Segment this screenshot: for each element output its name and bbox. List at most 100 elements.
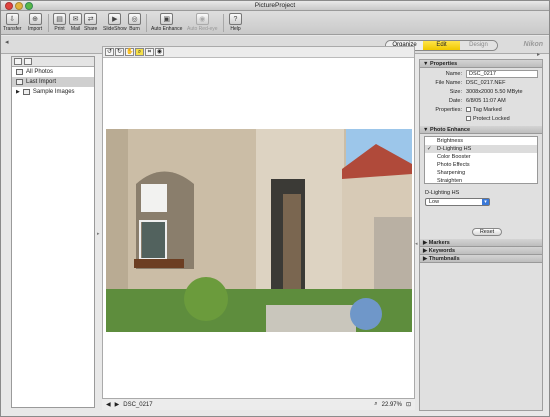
slideshow-button[interactable]: ▶ SlideShow — [103, 13, 127, 32]
zoom-icon[interactable]: ⌕ — [374, 401, 377, 408]
checkbox-icon — [466, 107, 471, 113]
enhance-list: Brightness ✓ D-Lighting HS Color Booster … — [424, 136, 538, 184]
window-title: PictureProject — [254, 2, 296, 9]
thumbnails-header[interactable]: ▶ Thumbnails — [420, 255, 542, 263]
list-item[interactable]: Straighten — [425, 177, 537, 185]
size-row: Size: 3008x2000 5.50 MByte — [420, 88, 542, 97]
d-lighting-select[interactable]: Low ▾ — [425, 198, 490, 206]
help-button[interactable]: ? Help — [229, 13, 242, 32]
rotate-right-icon[interactable]: ↻ — [115, 48, 124, 56]
splitter-handle-icon[interactable]: ◂ — [415, 241, 418, 247]
title-bar: PictureProject — [1, 1, 549, 11]
mail-label: Mail — [70, 26, 81, 32]
file-name-value: DSC_0217.NEF — [466, 80, 506, 86]
checkbox-icon — [466, 116, 471, 122]
disclosure-triangle-icon: ▼ — [423, 61, 430, 67]
slideshow-icon: ▶ — [108, 13, 122, 25]
sidebar-item-last-import[interactable]: Last Import — [12, 77, 94, 87]
filename-label: DSC_0217 — [123, 401, 153, 408]
photos-icon — [16, 69, 23, 75]
import-icon: ⊕ — [28, 13, 42, 25]
collapse-left-icon[interactable]: ◂ — [5, 38, 9, 46]
auto-red-eye-button[interactable]: ◉ Auto Red-eye — [187, 13, 218, 32]
toolbar-divider — [48, 14, 49, 32]
protect-locked-checkbox[interactable]: Protect Locked — [466, 116, 510, 122]
collection-tree: All Photos Last Import ▶ Sample Images — [12, 67, 94, 97]
nikon-logo: Nikon — [523, 41, 543, 48]
next-icon[interactable]: ▶ — [115, 401, 120, 408]
import-button[interactable]: ⊕ Import — [28, 13, 42, 32]
date-label: Date: — [448, 98, 462, 104]
disclosure-triangle-icon[interactable]: ▶ — [16, 87, 20, 97]
tab-design[interactable]: Design — [460, 41, 497, 50]
list-item-selected[interactable]: ✓ D-Lighting HS — [425, 145, 537, 153]
keywords-header[interactable]: ▶ Keywords — [420, 247, 542, 255]
sidebar-toolbar — [12, 57, 94, 67]
toolbar: ⇩ Transfer ⊕ Import ▤ Print ✉ Mail ⇄ Share ▶ S… — [1, 11, 549, 35]
sidebar-item-all-photos[interactable]: All Photos — [12, 67, 94, 77]
share-button[interactable]: ⇄ Share — [84, 13, 97, 32]
list-item[interactable]: Photo Effects — [425, 161, 537, 169]
photo-viewer: ↺ ↻ ✋ ⌕ ⌗ ◉ — [102, 46, 415, 410]
sidebar-item-label: Sample Images — [32, 89, 75, 95]
markers-header[interactable]: ▶ Markers — [420, 239, 542, 247]
name-field[interactable]: DSC_0217 — [466, 70, 538, 78]
hand-tool-icon[interactable]: ✋ — [125, 48, 134, 56]
zoom-tool-icon[interactable]: ⌕ — [135, 48, 144, 56]
share-label: Share — [84, 26, 98, 32]
list-item[interactable]: Brightness — [425, 137, 537, 145]
mail-icon: ✉ — [69, 13, 82, 25]
fit-window-icon[interactable]: ⊡ — [406, 401, 411, 408]
toolbar-divider — [146, 14, 147, 32]
name-label: Name: — [445, 71, 462, 77]
print-icon: ▤ — [53, 13, 66, 25]
list-item-label: D-Lighting HS — [437, 146, 472, 152]
sidebar-item-sample-images[interactable]: ▶ Sample Images — [12, 87, 94, 97]
properties-label: Properties: — [435, 107, 462, 113]
print-label: Print — [54, 26, 65, 32]
auto-red-eye-label: Auto Red-eye — [187, 26, 218, 32]
red-eye-tool-icon[interactable]: ◉ — [155, 48, 164, 56]
zoom-level: 22.97% — [381, 401, 402, 408]
list-item[interactable]: Color Booster — [425, 153, 537, 161]
select-value: Low — [429, 199, 440, 205]
import-label: Import — [28, 26, 43, 32]
properties-header[interactable]: ▼ Properties — [420, 60, 542, 68]
protect-row: Protect Locked — [420, 115, 542, 124]
import-folder-icon — [16, 79, 23, 85]
tab-edit[interactable]: Edit — [423, 41, 460, 50]
burn-button[interactable]: ◎ Burn — [128, 13, 141, 32]
reset-button[interactable]: Reset — [472, 228, 502, 236]
mail-button[interactable]: ✉ Mail — [69, 13, 82, 32]
auto-enhance-button[interactable]: ▣ Auto Enhance — [151, 13, 182, 32]
photo-enhance-title: Photo Enhance — [429, 127, 471, 133]
date-value: 6/8/05 11:07 AM — [466, 98, 506, 104]
new-folder-icon[interactable] — [14, 58, 22, 65]
tag-marked-checkbox[interactable]: Tag Marked — [466, 107, 502, 113]
photo-image[interactable] — [106, 129, 412, 332]
red-eye-icon: ◉ — [195, 13, 209, 25]
collapse-right-icon[interactable]: ▸ — [537, 51, 540, 58]
keywords-title: Keywords — [428, 248, 456, 254]
previous-icon[interactable]: ◀ — [106, 401, 111, 408]
rotate-left-icon[interactable]: ↺ — [105, 48, 114, 56]
protect-locked-label: Protect Locked — [473, 116, 510, 122]
file-row: File Name: DSC_0217.NEF — [420, 79, 542, 88]
slideshow-label: SlideShow — [103, 26, 127, 32]
file-name-label: File Name: — [435, 80, 462, 86]
splitter-handle-icon[interactable]: ▸ — [97, 231, 100, 237]
print-button[interactable]: ▤ Print — [53, 13, 66, 32]
crop-tool-icon[interactable]: ⌗ — [145, 48, 154, 56]
list-item[interactable]: Sharpening — [425, 169, 537, 177]
transfer-icon: ⇩ — [5, 13, 19, 25]
burn-icon: ◎ — [128, 13, 141, 25]
photo-enhance-header[interactable]: ▼ Photo Enhance — [420, 126, 542, 134]
help-label: Help — [230, 26, 241, 32]
checkmark-icon: ✓ — [427, 146, 432, 152]
markers-title: Markers — [428, 240, 450, 246]
transfer-button[interactable]: ⇩ Transfer — [3, 13, 21, 32]
view-folder-icon[interactable] — [24, 58, 32, 65]
properties-row: Properties: Tag Marked — [420, 106, 542, 115]
chevron-down-icon: ▾ — [482, 199, 489, 205]
collection-sidebar: All Photos Last Import ▶ Sample Images — [11, 56, 95, 408]
